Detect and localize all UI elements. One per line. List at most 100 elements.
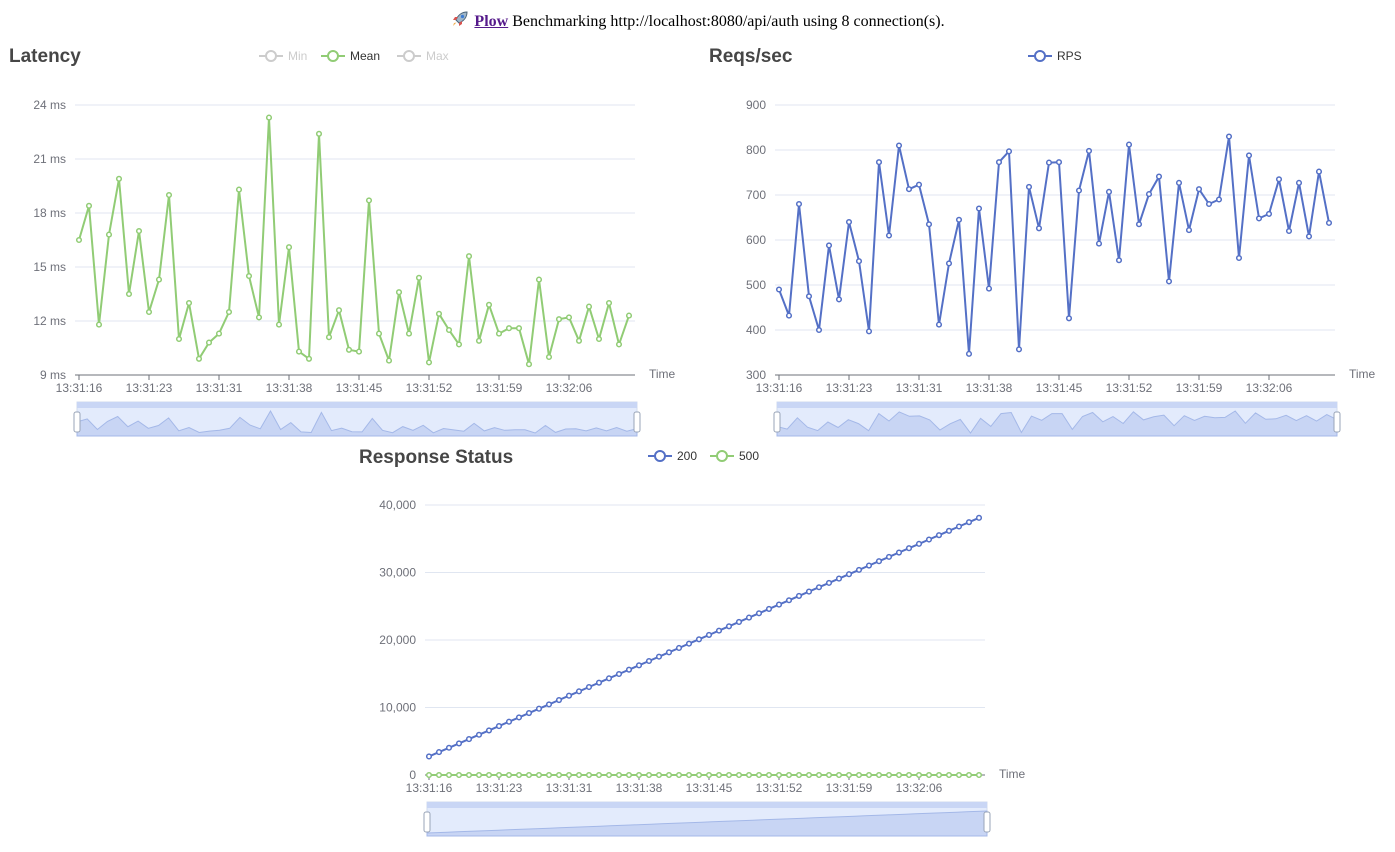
data-point-Mean	[175, 335, 183, 343]
data-point-200	[935, 532, 943, 539]
data-point-500	[615, 771, 623, 779]
data-point-500	[545, 771, 553, 779]
data-point-200	[755, 610, 763, 617]
data-point-200	[795, 592, 803, 599]
x-tick-label: 13:31:59	[826, 781, 873, 795]
x-tick-label: 13:31:59	[1176, 381, 1223, 395]
data-point-Mean	[225, 308, 233, 316]
data-point-500	[645, 771, 653, 779]
x-tick-label: 13:32:06	[896, 781, 943, 795]
data-point-500	[695, 771, 703, 779]
data-point-RPS	[1315, 168, 1323, 175]
data-point-RPS	[795, 200, 803, 208]
data-point-500	[655, 771, 663, 779]
y-tick-label: 20,000	[379, 633, 416, 647]
data-point-200	[525, 710, 533, 717]
data-point-Mean	[155, 276, 163, 283]
zoom-handle-right[interactable]	[633, 411, 641, 433]
data-point-RPS	[955, 216, 963, 223]
data-point-500	[475, 771, 483, 779]
data-point-500	[785, 771, 793, 779]
data-point-500	[625, 771, 633, 779]
zoom-handle-left[interactable]	[423, 811, 431, 833]
data-point-200	[945, 527, 953, 534]
x-tick-label: 13:31:45	[1036, 381, 1083, 395]
data-point-Mean	[335, 307, 343, 314]
data-point-RPS	[1085, 147, 1093, 154]
data-point-RPS	[1135, 221, 1143, 228]
data-point-Mean	[535, 276, 543, 283]
zoom-handle-right[interactable]	[1333, 411, 1341, 433]
legend-label-Mean: Mean	[350, 49, 380, 63]
legend-label-500: 500	[739, 449, 759, 463]
legend-label-Max: Max	[426, 49, 449, 63]
data-point-500	[455, 771, 463, 779]
y-tick-label: 40,000	[379, 498, 416, 512]
data-point-Mean	[445, 326, 453, 334]
data-point-Mean	[315, 130, 323, 137]
data-point-500	[905, 771, 913, 779]
x-tick-label: 13:31:45	[336, 381, 383, 395]
data-point-RPS	[895, 142, 903, 149]
data-point-500	[915, 771, 923, 779]
data-point-200	[905, 545, 913, 552]
data-point-Mean	[215, 330, 223, 337]
data-point-200	[485, 727, 493, 734]
data-point-Mean	[545, 353, 553, 361]
legend-marker-500	[716, 450, 728, 462]
data-point-200	[695, 636, 703, 643]
zoom-handle-left[interactable]	[773, 411, 781, 433]
data-point-RPS	[1295, 179, 1303, 186]
legend-label-Min: Min	[288, 49, 307, 63]
data-point-Mean	[625, 312, 633, 319]
data-point-Mean	[605, 299, 613, 307]
data-point-200	[925, 536, 933, 543]
y-tick-label: 24 ms	[33, 98, 66, 112]
data-point-RPS	[1165, 278, 1173, 285]
data-point-RPS	[1215, 196, 1223, 203]
data-point-200	[885, 553, 893, 560]
x-tick-label: 13:31:52	[756, 781, 803, 795]
latency-chart: 9 ms 12 ms 15 ms 18 ms 21 ms 24 ms Time 13:31:1…	[33, 49, 676, 437]
data-point-500	[515, 771, 523, 779]
data-point-RPS	[865, 328, 873, 335]
zoom-handle-right[interactable]	[983, 811, 991, 833]
x-tick-label: 13:31:52	[1106, 381, 1153, 395]
data-point-500	[605, 771, 613, 779]
data-point-500	[505, 771, 513, 779]
zoom-handle-left[interactable]	[73, 411, 81, 433]
data-point-500	[945, 771, 953, 779]
data-point-RPS	[1065, 315, 1073, 322]
x-tick-label: 13:31:52	[406, 381, 453, 395]
data-point-RPS	[885, 232, 893, 239]
x-axis-label: Time	[999, 767, 1026, 781]
data-point-500	[685, 771, 693, 779]
data-point-500	[525, 771, 533, 779]
data-point-200	[435, 749, 443, 756]
data-point-500	[465, 771, 473, 779]
x-tick-label: 13:31:16	[406, 781, 453, 795]
data-point-Mean	[405, 330, 413, 337]
y-tick-label: 800	[746, 143, 766, 157]
data-point-Mean	[105, 231, 113, 238]
y-tick-label: 0	[409, 768, 416, 782]
data-point-RPS	[1095, 240, 1103, 247]
data-point-RPS	[1205, 200, 1213, 208]
data-point-500	[735, 771, 743, 779]
rps-chart: 300 400 500 600 700 800 900 Time 13:31:16 13:31:2…	[746, 49, 1376, 437]
data-point-200	[875, 558, 883, 565]
data-point-200	[825, 579, 833, 586]
series-line-RPS	[778, 135, 1330, 355]
x-tick-label: 13:31:38	[266, 381, 313, 395]
y-tick-label: 300	[746, 368, 766, 382]
legend-marker-RPS	[1034, 50, 1046, 62]
data-point-Mean	[75, 236, 83, 244]
data-point-200	[915, 540, 923, 547]
data-point-Mean	[575, 337, 583, 344]
data-point-200	[635, 662, 643, 669]
data-point-Mean	[555, 316, 563, 323]
data-point-200	[505, 718, 513, 725]
data-point-RPS	[775, 286, 783, 293]
data-point-200	[735, 618, 743, 625]
data-point-Mean	[595, 335, 603, 343]
